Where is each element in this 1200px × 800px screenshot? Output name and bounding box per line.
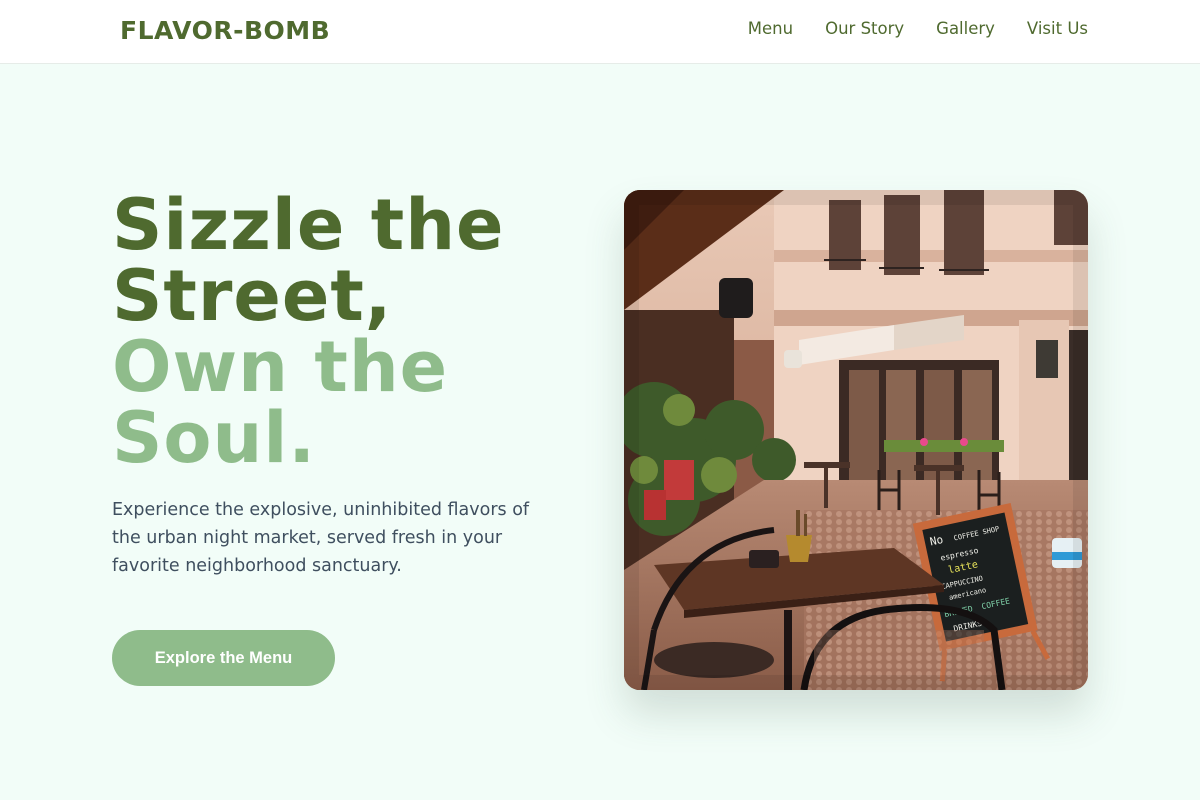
headline-line-3: Own the	[112, 326, 449, 408]
hero-image: No COFFEE SHOP espresso latte CAPPUCCINO…	[624, 190, 1088, 690]
nav-item-menu[interactable]: Menu	[748, 18, 793, 40]
chalk-no: No	[929, 533, 945, 548]
hero-section: Sizzle the Street, Own the Soul. Experie…	[112, 190, 572, 580]
main-nav: Menu Our Story Gallery Visit Us	[748, 18, 1088, 40]
hero-headline: Sizzle the Street, Own the Soul.	[112, 190, 572, 474]
headline-line-2: Street,	[112, 255, 393, 337]
brand-logo[interactable]: FLAVOR-BOMB	[120, 16, 330, 46]
nav-item-visit-us[interactable]: Visit Us	[1027, 18, 1088, 40]
nav-item-our-story[interactable]: Our Story	[825, 18, 904, 40]
headline-line-1: Sizzle the	[112, 184, 505, 266]
cafe-street-illustration: No COFFEE SHOP espresso latte CAPPUCCINO…	[624, 190, 1088, 690]
headline-line-4: Soul.	[112, 397, 316, 479]
nav-item-gallery[interactable]: Gallery	[936, 18, 995, 40]
hero-description: Experience the explosive, uninhibited fl…	[112, 500, 530, 576]
explore-menu-button[interactable]: Explore the Menu	[112, 630, 335, 686]
site-header: FLAVOR-BOMB Menu Our Story Gallery Visit…	[0, 0, 1200, 64]
